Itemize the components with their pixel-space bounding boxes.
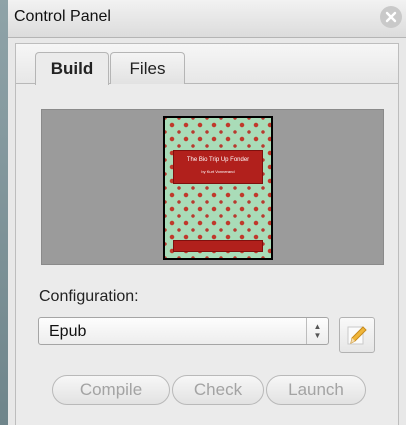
tab-files-label: Files bbox=[129, 58, 166, 78]
configuration-select[interactable]: Epub ▲ ▼ bbox=[38, 317, 329, 345]
compile-label: Compile bbox=[79, 380, 143, 399]
tab-container: Build Files The Bio Trip Up Fonder by Ku… bbox=[15, 43, 399, 425]
close-icon[interactable] bbox=[380, 6, 402, 28]
book-author: by Kurt Vonnerand bbox=[201, 169, 235, 174]
compile-button[interactable]: Compile bbox=[52, 375, 170, 405]
book-title: The Bio Trip Up Fonder bbox=[186, 157, 250, 163]
configuration-label: Configuration: bbox=[39, 288, 139, 305]
book-title-band: The Bio Trip Up Fonder by Kurt Vonnerand bbox=[173, 150, 263, 184]
book-bottom-band bbox=[173, 240, 263, 252]
configuration-value: Epub bbox=[49, 323, 87, 340]
pencil-icon bbox=[347, 326, 367, 345]
tab-files[interactable]: Files bbox=[110, 52, 185, 84]
tab-bar: Build Files bbox=[16, 44, 398, 85]
launch-label: Launch bbox=[288, 380, 344, 399]
launch-button[interactable]: Launch bbox=[266, 375, 366, 405]
window-title: Control Panel bbox=[14, 8, 111, 25]
check-label: Check bbox=[193, 380, 243, 399]
book-preview-area: The Bio Trip Up Fonder by Kurt Vonnerand bbox=[41, 109, 384, 265]
control-panel: Control Panel Build Files The Bio Trip U… bbox=[8, 0, 406, 425]
window-left-edge bbox=[0, 0, 8, 425]
tab-build[interactable]: Build bbox=[35, 52, 109, 85]
title-bar: Control Panel bbox=[8, 0, 406, 38]
check-button[interactable]: Check bbox=[172, 375, 264, 405]
tab-build-label: Build bbox=[50, 59, 94, 78]
select-stepper-icon: ▲ ▼ bbox=[306, 318, 328, 344]
edit-configuration-button[interactable] bbox=[339, 317, 375, 353]
close-x-glyph bbox=[385, 11, 397, 23]
book-cover-thumbnail: The Bio Trip Up Fonder by Kurt Vonnerand bbox=[163, 116, 273, 260]
